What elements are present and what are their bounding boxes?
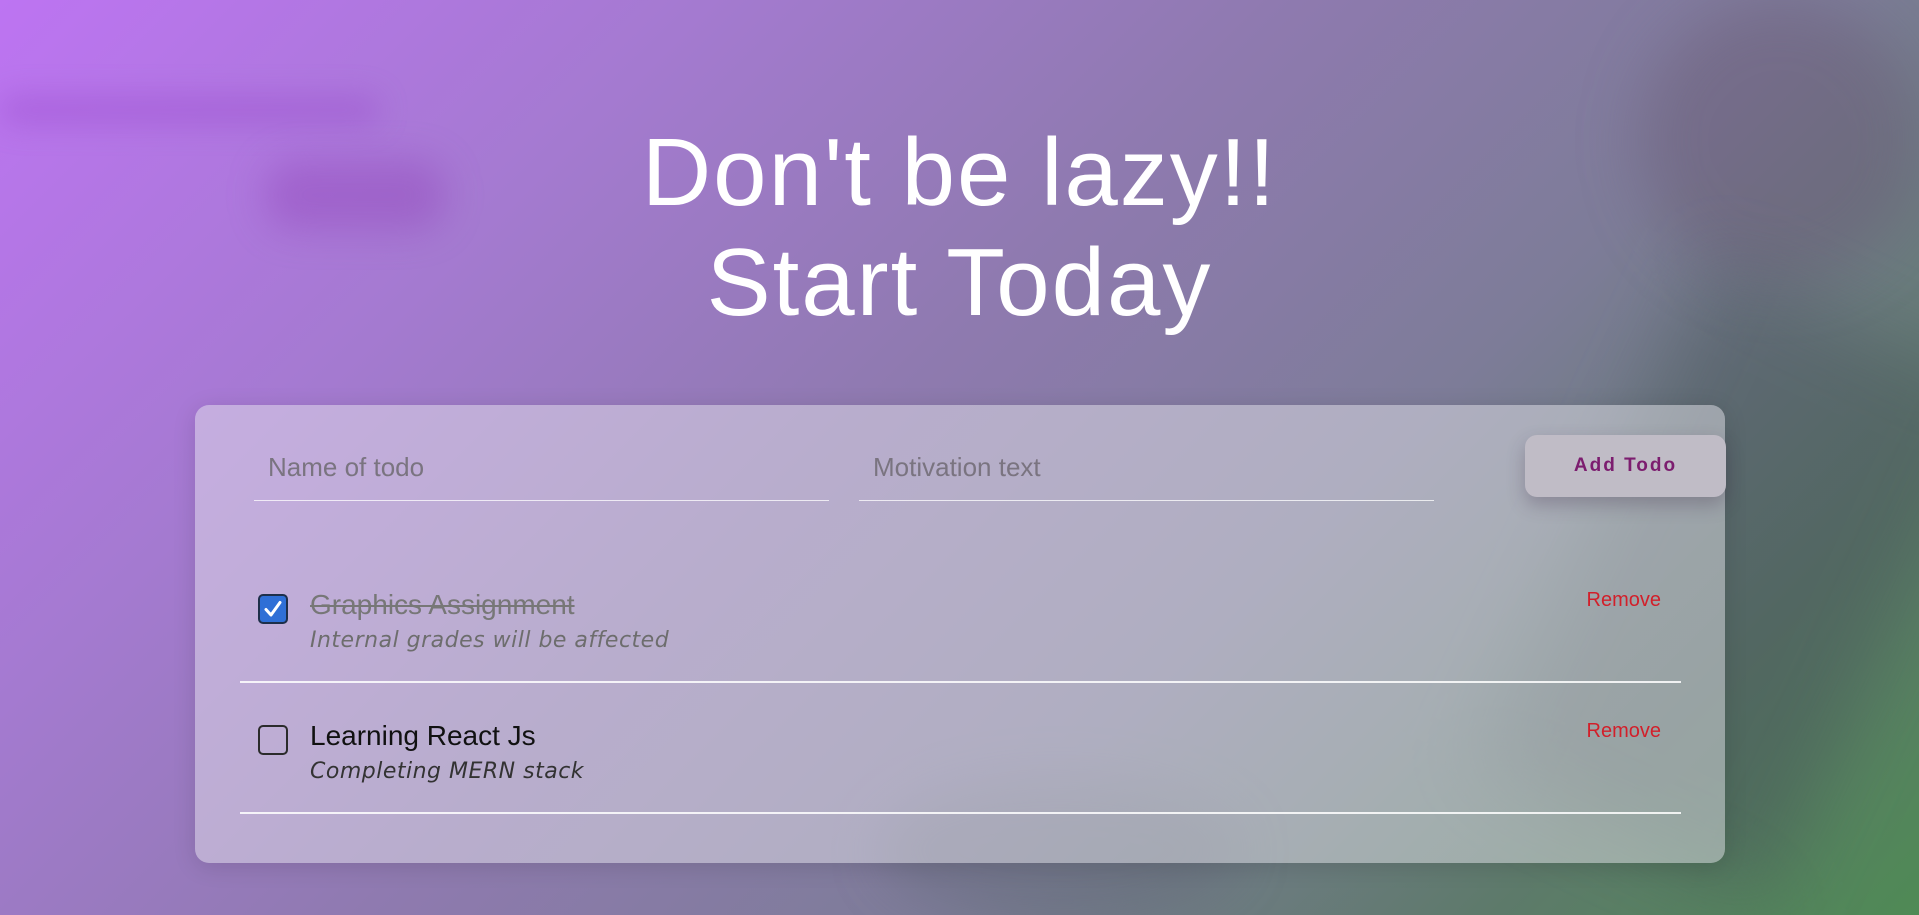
- todo-checkbox[interactable]: [258, 594, 288, 624]
- todo-item: Graphics Assignment Internal grades will…: [240, 555, 1681, 683]
- todo-motivation: Completing MERN stack: [310, 759, 585, 784]
- todo-card: Add Todo Graphics Assignment Internal gr…: [195, 405, 1726, 863]
- todo-title: Graphics Assignment: [310, 589, 575, 620]
- todo-motivation: Internal grades will be affected: [310, 628, 670, 653]
- remove-todo-button[interactable]: Remove: [1587, 720, 1661, 743]
- heading-line-1: Don't be lazy!!: [641, 119, 1278, 226]
- checkmark-icon: [264, 601, 282, 617]
- todo-name-input[interactable]: [254, 435, 829, 501]
- add-todo-button[interactable]: Add Todo: [1525, 435, 1726, 497]
- page-heading: Don't be lazy!! Start Today: [0, 118, 1919, 338]
- todo-checkbox[interactable]: [258, 725, 288, 755]
- remove-todo-button[interactable]: Remove: [1587, 589, 1661, 612]
- motivation-text-input[interactable]: [859, 435, 1434, 501]
- add-todo-form: Add Todo: [254, 435, 1726, 503]
- todo-item: Learning React Js Completing MERN stack …: [240, 686, 1681, 814]
- todo-title: Learning React Js: [310, 720, 536, 751]
- heading-line-2: Start Today: [706, 229, 1213, 336]
